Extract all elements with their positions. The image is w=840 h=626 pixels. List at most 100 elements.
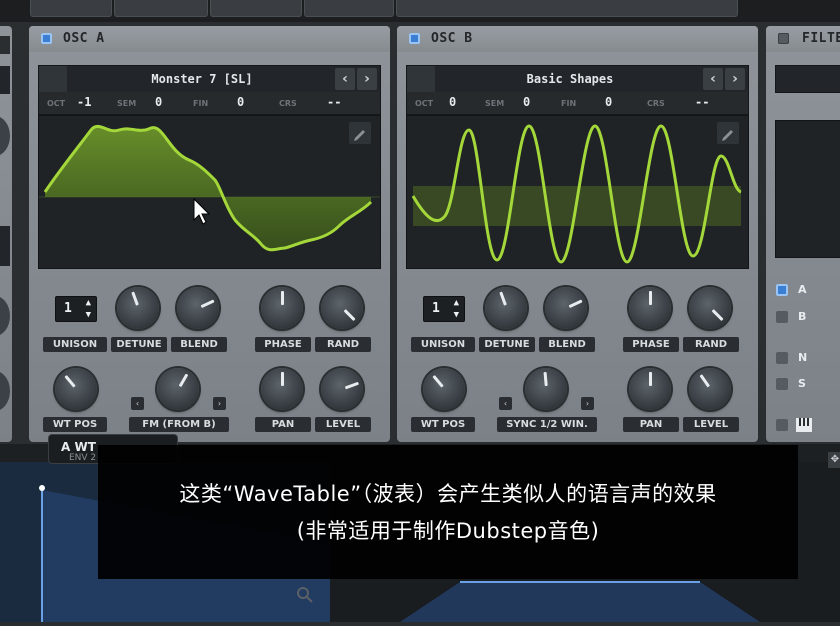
filter-route-a-toggle[interactable] [776,284,788,296]
crs-value[interactable]: -- [327,95,341,109]
osc-b-pan-label: PAN [623,417,679,432]
osc-a-blend-knob[interactable] [177,287,219,329]
osc-b-header: OSC B [397,26,758,52]
zoom-icon[interactable] [296,586,314,604]
filter-panel: FILTER A B N S [766,26,840,442]
filter-route-n-toggle[interactable] [776,352,788,364]
stepper-icon: ▲ ▼ [453,298,459,320]
osc-a-detune-knob[interactable] [117,287,159,329]
osc-b-enable-toggle[interactable] [409,33,420,44]
osc-b-level-label: LEVEL [683,417,739,432]
osc-b-detune-label: DETUNE [479,337,535,352]
osc-a-phase-knob[interactable] [261,287,303,329]
osc-a-fm-knob[interactable] [157,368,199,410]
crs-value[interactable]: -- [695,95,709,109]
osc-a-phase-label: PHASE [255,337,311,352]
osc-a-wave-display[interactable] [38,115,381,269]
osc-a-pan-label: PAN [255,417,311,432]
chevron-left-icon[interactable]: ‹ [499,397,512,410]
osc-b-wavetable-bar: Basic Shapes ‹ › [406,65,749,93]
stepper-icon: ▲ ▼ [85,298,91,320]
osc-b-blend-label: BLEND [539,337,595,352]
osc-a-detune-label: DETUNE [111,337,167,352]
oct-value[interactable]: 0 [449,95,456,109]
filter-route-n-label: N [798,351,808,364]
osc-a-level-knob[interactable] [321,368,363,410]
osc-b-pitch-row: OCT 0 SEM 0 FIN 0 CRS -- [406,92,749,115]
osc-a-panel: OSC A Monster 7 [SL] ‹ › OCT -1 SEM 0 FI… [29,26,390,442]
fin-value[interactable]: 0 [605,95,612,109]
fin-value[interactable]: 0 [237,95,244,109]
filter-route-s-toggle[interactable] [776,378,788,390]
osc-b-wave-display[interactable] [406,115,749,269]
osc-a-pan-knob[interactable] [261,368,303,410]
pencil-icon[interactable] [717,122,739,144]
osc-a-title: OSC A [63,31,105,46]
nav-tab-matrix[interactable] [210,0,302,17]
filter-type-selector[interactable] [775,65,840,93]
osc-b-phase-label: PHASE [623,337,679,352]
osc-b-blend-knob[interactable] [545,287,587,329]
drag-arrows-icon[interactable]: ✥ [828,452,840,468]
nav-tab-fx[interactable] [114,0,208,17]
crs-label: CRS [279,99,297,108]
chevron-right-icon[interactable]: › [725,68,745,90]
chevron-right-icon[interactable]: › [213,397,226,410]
chevron-left-icon[interactable]: ‹ [131,397,144,410]
oct-label: OCT [47,99,66,108]
filter-enable-toggle[interactable] [778,33,789,44]
wt-mod-tab-label: A WT [61,440,96,454]
filter-display[interactable] [775,120,840,258]
oct-label: OCT [415,99,434,108]
osc-b-sync-knob[interactable] [525,368,567,410]
chevron-left-icon[interactable]: ‹ [335,68,355,90]
osc-a-blend-label: BLEND [171,337,227,352]
osc-a-enable-toggle[interactable] [41,33,52,44]
osc-b-wt-menu-button[interactable] [407,66,435,92]
osc-b-detune-knob[interactable] [485,287,527,329]
osc-b-title: OSC B [431,31,473,46]
env-tab-label: ENV 2 [69,453,97,463]
osc-a-header: OSC A [29,26,390,52]
osc-a-wavetable-name[interactable]: Monster 7 [SL] [69,66,335,92]
nav-tab-global[interactable] [304,0,394,17]
fin-label: FIN [561,99,577,108]
osc-b-rand-knob[interactable] [689,287,731,329]
osc-b-unison-label: UNISON [411,337,475,352]
osc-b-rand-label: RAND [683,337,739,352]
osc-a-wavetable-bar: Monster 7 [SL] ‹ › [38,65,381,93]
nav-tab-area [396,0,738,17]
filter-keytrack-toggle[interactable] [776,419,788,431]
subtitle-line-1: 这类“WaveTable”（波表）会产生类似人的语言声的效果 [179,482,717,506]
oct-value[interactable]: -1 [77,95,91,109]
osc-a-rand-knob[interactable] [321,287,363,329]
osc-b-wtpos-knob[interactable] [423,368,465,410]
osc-b-unison-voices[interactable]: 1 ▲ ▼ [423,296,465,322]
chevron-right-icon[interactable]: › [581,397,594,410]
chevron-right-icon[interactable]: › [357,68,377,90]
osc-b-wavetable-name[interactable]: Basic Shapes [437,66,703,92]
pencil-icon[interactable] [349,122,371,144]
sem-label: SEM [117,99,137,108]
osc-a-wtpos-knob[interactable] [55,368,97,410]
osc-a-fm-label: FM (FROM B) [129,417,229,432]
osc-a-pitch-row: OCT -1 SEM 0 FIN 0 CRS -- [38,92,381,115]
filter-route-b-toggle[interactable] [776,311,788,323]
osc-b-phase-knob[interactable] [629,287,671,329]
osc-a-unison-voices[interactable]: 1 ▲ ▼ [55,296,97,322]
osc-a-waveform [39,124,380,252]
osc-a-level-label: LEVEL [315,417,371,432]
crs-label: CRS [647,99,665,108]
sem-value[interactable]: 0 [155,95,162,109]
filter-title: FILTER [802,31,840,46]
osc-b-level-knob[interactable] [689,368,731,410]
osc-b-wtpos-label: WT POS [411,417,475,432]
osc-b-pan-knob[interactable] [629,368,671,410]
noise-panel-partial [0,26,12,442]
osc-b-waveform [411,124,742,264]
nav-tab-osc[interactable] [30,0,112,17]
osc-b-panel: OSC B Basic Shapes ‹ › OCT 0 SEM 0 FIN 0… [397,26,758,442]
chevron-left-icon[interactable]: ‹ [703,68,723,90]
osc-a-wt-menu-button[interactable] [39,66,67,92]
sem-value[interactable]: 0 [523,95,530,109]
